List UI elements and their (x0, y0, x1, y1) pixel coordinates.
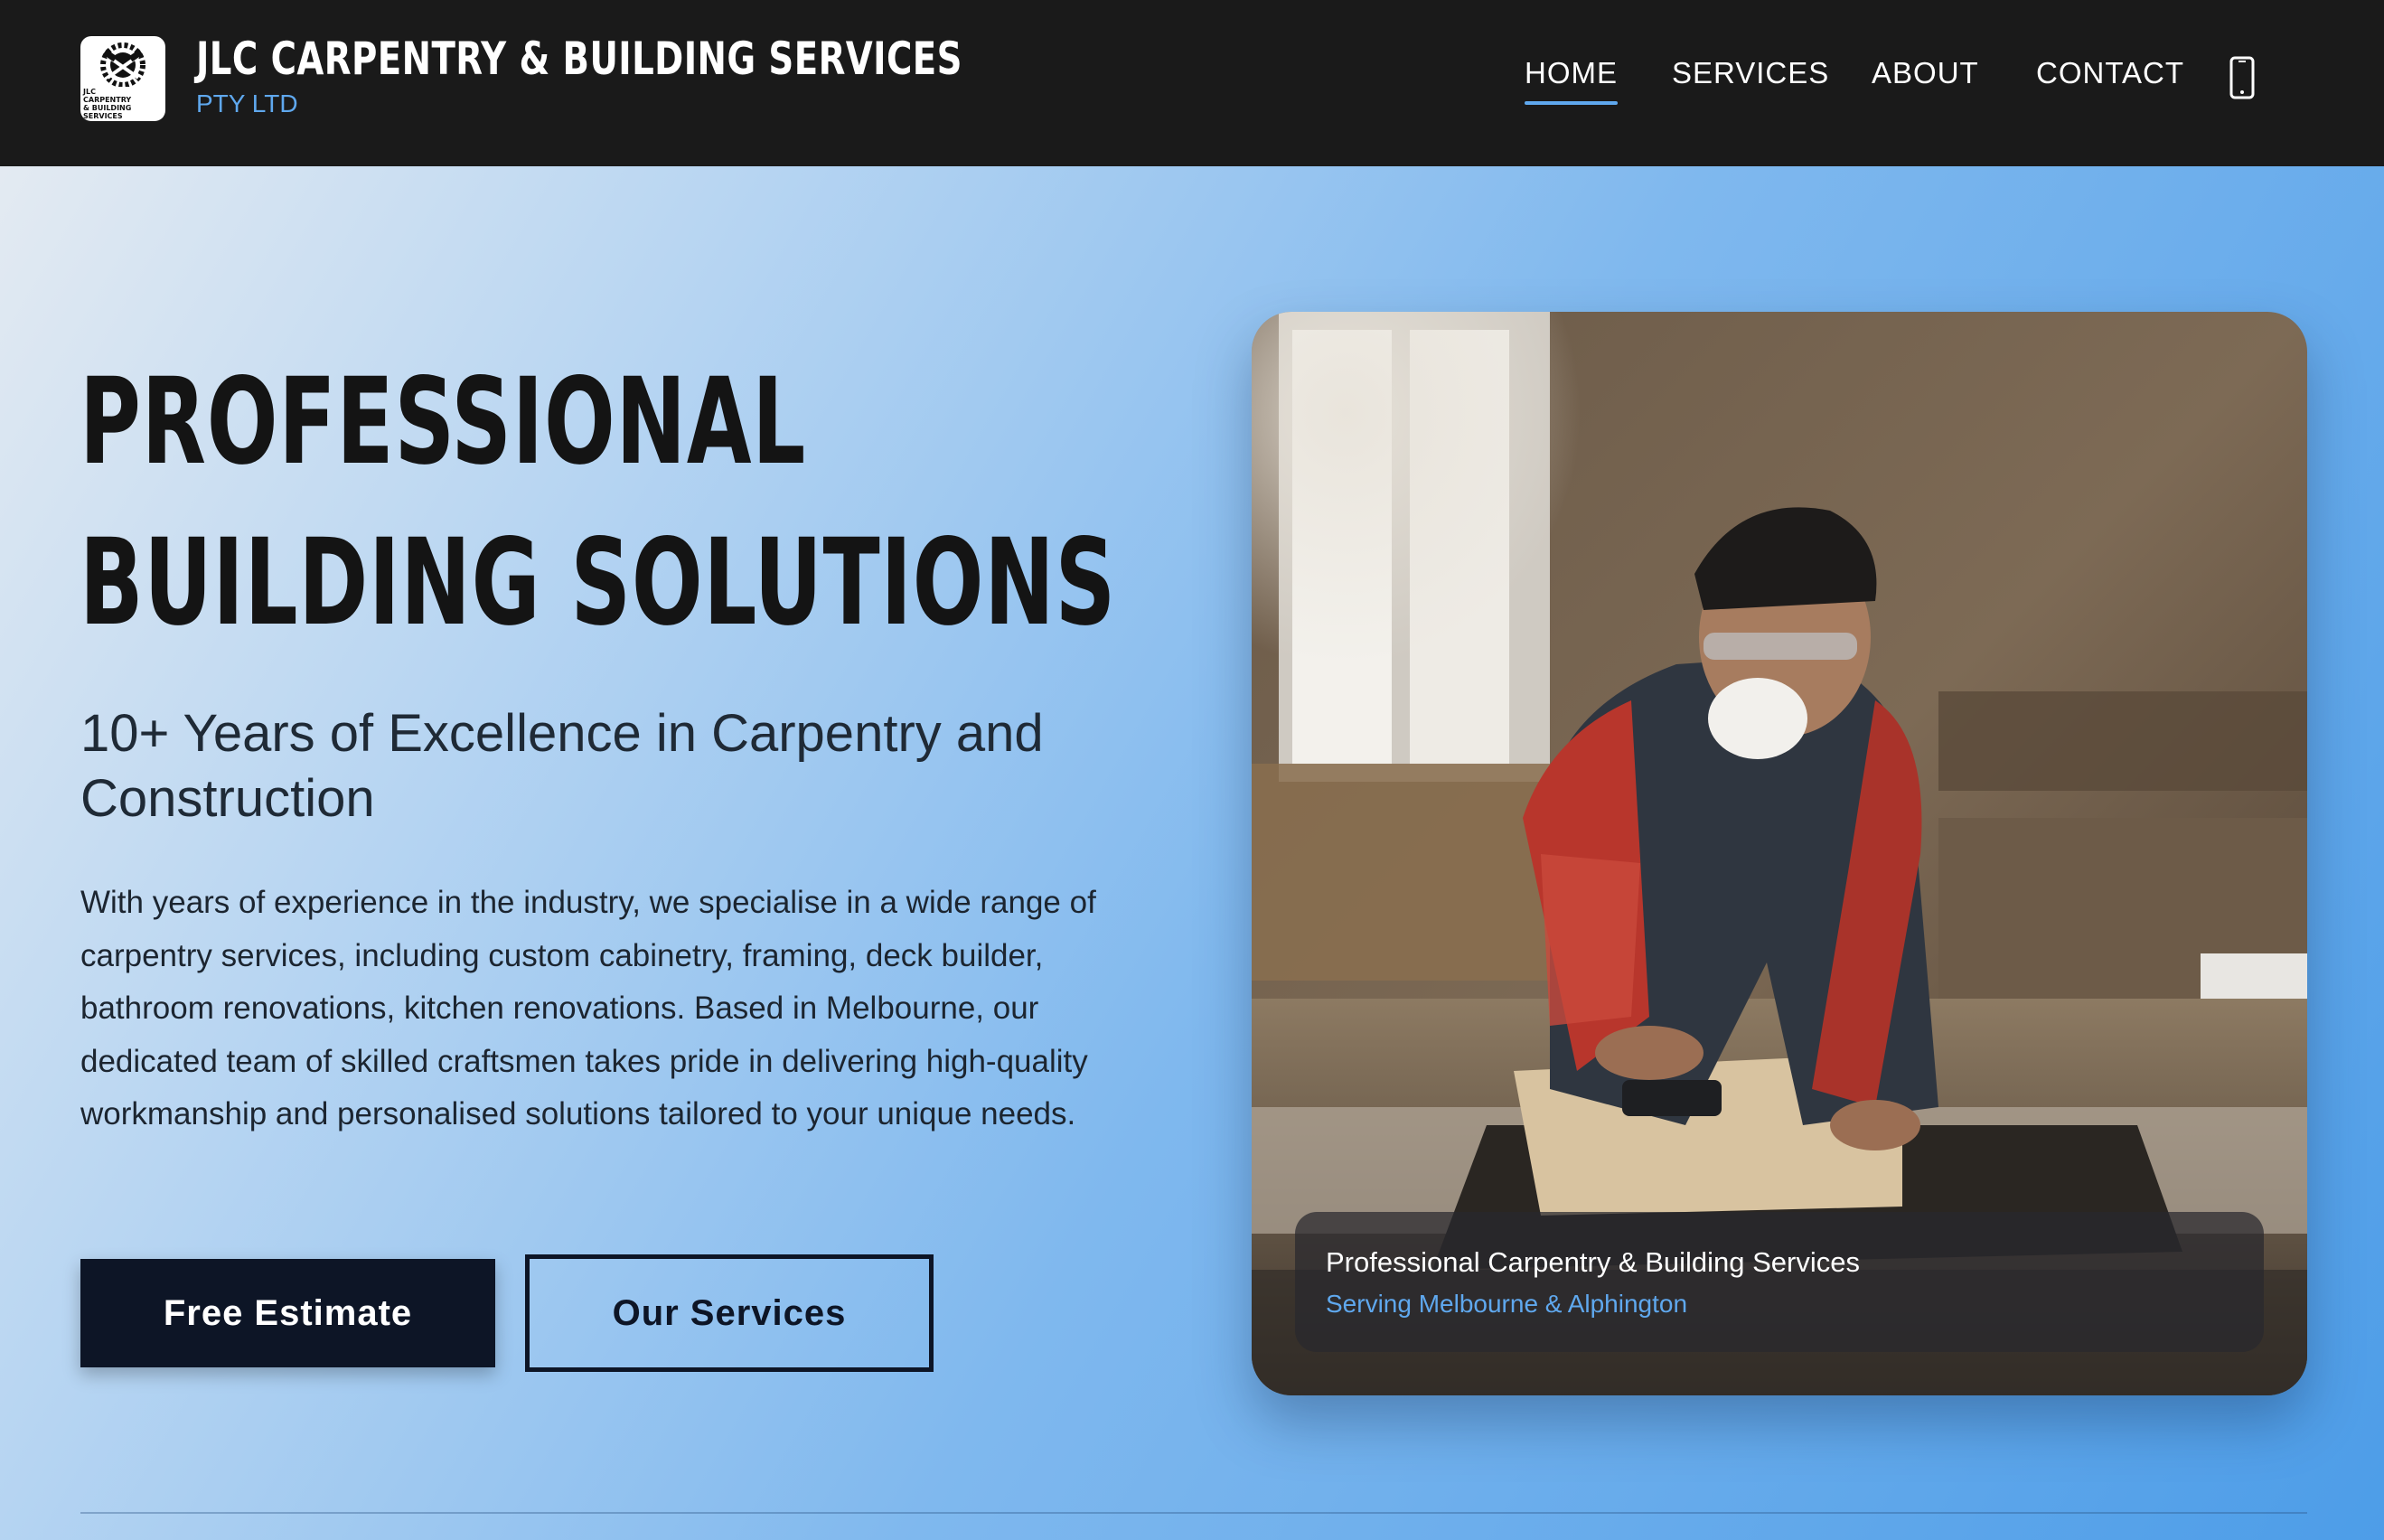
hero-description: With years of experience in the industry… (80, 885, 1096, 1132)
hero-title-line-1: PROFESSIONAL (80, 352, 807, 492)
section-divider (80, 1512, 2307, 1514)
nav-about[interactable]: ABOUT (1872, 56, 1979, 90)
hero-title-line-2: BUILDING SOLUTIONS (80, 513, 1117, 653)
caption-title: Professional Carpentry & Building Servic… (1326, 1246, 1860, 1278)
nav-contact[interactable]: CONTACT (2036, 56, 2184, 90)
photo-caption: Professional Carpentry & Building Servic… (1295, 1212, 2264, 1352)
nav-home[interactable]: HOME (1525, 56, 1618, 105)
site-header: JLC CARPENTRY & BUILDING SERVICES PTY LT… (0, 0, 2384, 166)
brand-subtitle: PTY LTD (196, 89, 298, 117)
caption-subtitle: Serving Melbourne & Alphington (1326, 1290, 1688, 1318)
hero-photo-card: Professional Carpentry & Building Servic… (1252, 312, 2307, 1395)
free-estimate-button[interactable]: Free Estimate (80, 1259, 495, 1367)
logo-text: JLC CARPENTRY & BUILDING SERVICES PTY LT… (83, 88, 132, 121)
hero-subtitle: 10+ Years of Excellence in Carpentry and… (80, 704, 1044, 828)
brand-title[interactable]: JLC CARPENTRY & BUILDING SERVICES (196, 33, 962, 85)
company-logo[interactable]: JLC CARPENTRY & BUILDING SERVICES PTY LT… (80, 36, 165, 121)
nav-services[interactable]: SERVICES (1672, 56, 1829, 90)
our-services-button[interactable]: Our Services (525, 1254, 934, 1372)
hero-title: PROFESSIONAL BUILDING SOLUTIONS (80, 342, 1116, 663)
phone-icon[interactable] (2229, 56, 2256, 99)
